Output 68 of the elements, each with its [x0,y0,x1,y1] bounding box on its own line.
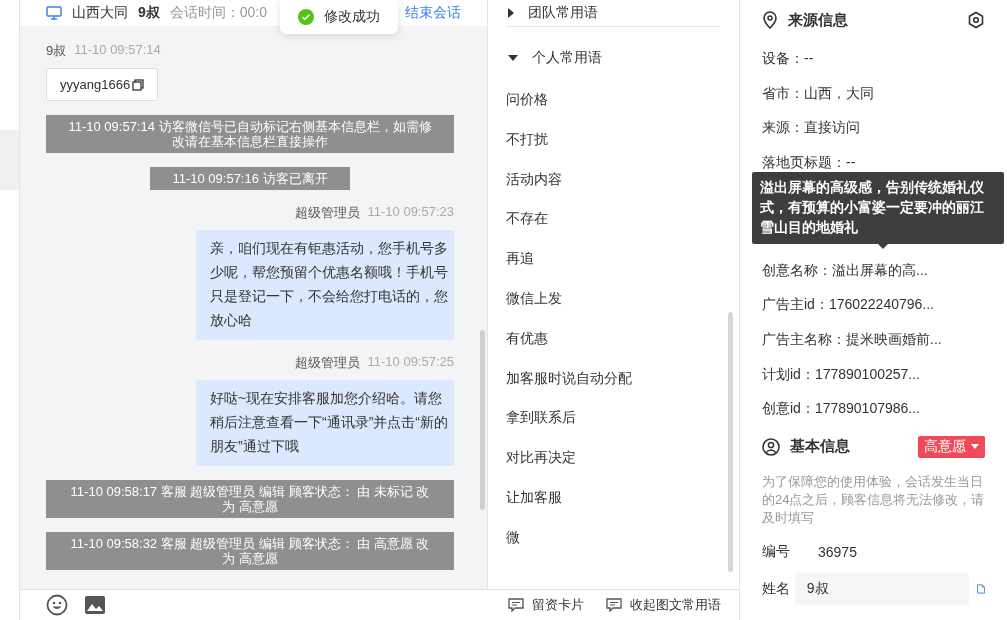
visitor-location: 山西大同 [72,4,128,22]
info-row-text: 设备：-- [762,50,815,66]
hint-text: 为了保障您的使用体验，会话发生当日的24点之后，顾客信息将无法修改，请及时填写 [762,472,985,527]
message-time: 11-10 09:57:25 [367,354,454,371]
message-icon [606,598,622,612]
group-title: 个人常用语 [532,49,602,67]
info-row-text: 来源：直接访问 [762,119,861,136]
info-row-text: 计划id：177890100257... [762,365,921,382]
image-icon[interactable] [84,595,106,615]
system-notice: 11-10 09:57:14 访客微信号已自动标记右侧基本信息栏，如需修改请在基本信息栏直接操作 [46,115,454,153]
session-time: 会话时间：00:0 [169,4,268,22]
phrase-group-header[interactable]: 团队常用语 [506,0,721,27]
toolbar-link[interactable]: 留资卡片 [508,596,584,614]
info-row-text: 广告主名称：提米映画婚前... [762,330,943,347]
emoji-icon[interactable] [46,594,68,616]
phrase-item[interactable]: 不存在 [506,198,739,239]
section-title: 来源信息 [788,10,848,30]
phrase-item[interactable]: 活动内容 [506,158,739,199]
wechat-id-card[interactable]: yyyang1666 [46,68,159,101]
toolbar-link[interactable]: 收起图文常用语 [606,596,721,614]
visitor-name: 9叔 [138,4,160,22]
caret-right-icon [508,8,514,18]
check-circle-icon [298,9,314,25]
settings-icon[interactable] [967,11,985,29]
end-session-link[interactable]: 结束会话 [405,4,461,22]
system-notice: 11-10 09:58:17 客服 超级管理员 编辑 顾客状态： 由 未标记 改为 高意愿 [46,480,454,518]
sender-name: 9叔 [46,42,67,60]
phrase-item[interactable]: 不打扰 [506,118,739,159]
field-value: 36975 [818,543,857,560]
message-bubble: 好哒~现在安排客服加您介绍哈。请您稍后注意查看一下“通讯录”并点击“新的朋友”通过下哦 [196,380,454,466]
message-bubble: 亲，咱们现在有钜惠活动，您手机号多少呢，帮您预留个优惠名额哦！手机号只是登记一下，不会给您打电话的，您放心哈 [196,230,454,340]
system-notice: 11-10 09:58:32 客服 超级管理员 编辑 顾客状态： 由 高意愿 改为 高意愿 [46,532,454,570]
section-title: 基本信息 [790,437,850,457]
monitor-icon [46,6,62,20]
phrase-item[interactable]: 让加客服 [506,476,739,517]
phrase-item[interactable]: 有优惠 [506,317,739,358]
status-dropdown[interactable]: 高意愿 [918,435,985,458]
phrase-item[interactable]: 问价格 [506,79,739,119]
message-time: 11-10 09:57:23 [367,204,454,221]
info-row-text: 落地页标题：-- [762,153,857,170]
caret-down-icon [508,55,518,61]
field-label: 编号 [762,542,791,561]
tooltip-arrow [878,244,888,249]
toast-message: 修改成功 [324,8,380,26]
sender-name: 超级管理员 [294,204,360,222]
message-icon [508,598,524,612]
message-time: 11-10 09:57:14 [74,42,161,59]
user-circle-icon [762,437,780,456]
phrase-item[interactable]: 对比再决定 [506,437,739,477]
phrase-item[interactable]: 微信上发 [506,278,739,318]
info-row-text: 省市：山西，大同 [762,84,875,101]
field-label: 姓名 [762,579,791,598]
phrase-item[interactable]: 拿到联系后 [506,397,739,438]
caret-down-icon [971,444,979,450]
phrase-item[interactable]: 微 [506,516,739,557]
phrase-item[interactable]: 加客服时说自动分配 [506,357,739,398]
phrase-group-header[interactable]: 个人常用语 [506,37,739,79]
copy-icon[interactable] [132,78,145,91]
sender-name: 超级管理员 [294,354,360,372]
group-title: 团队常用语 [528,4,598,22]
info-row-text: 创意名称：溢出屏幕的高... [762,261,929,278]
tooltip: 溢出屏幕的高级感，告别传统婚礼仪式，有预算的小富婆一定要冲的丽江雪山目的地婚礼 [752,172,1004,244]
info-row-text: 广告主id：176022240796... [762,296,935,313]
name-input[interactable]: 9叔 [794,572,969,605]
info-row-text: 创意id：177890107986... [762,400,921,417]
phrase-item[interactable]: 再追 [506,238,739,278]
system-notice: 11-10 09:57:16 访客已离开 [150,167,350,190]
location-pin-icon [762,11,778,29]
